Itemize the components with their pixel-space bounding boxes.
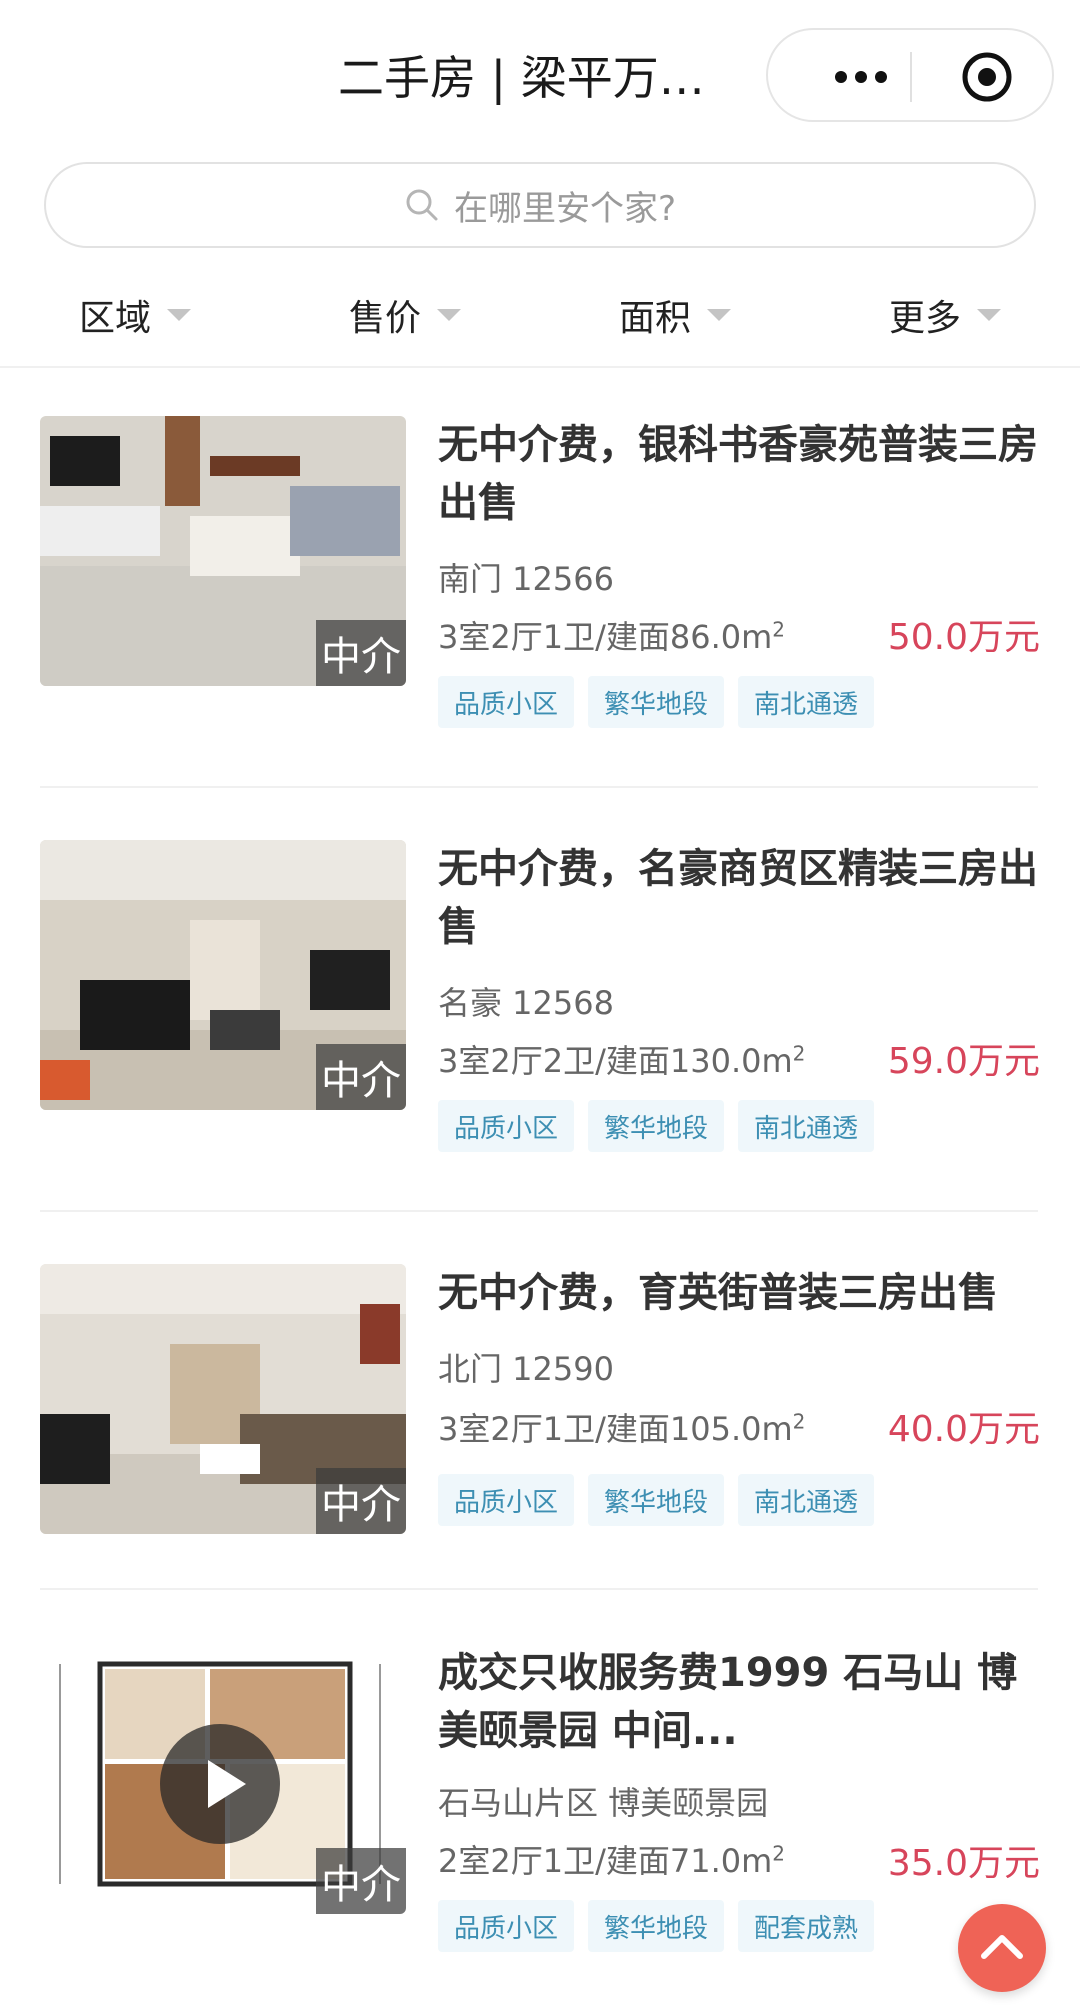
listing-title: 无中介费，银科书香豪苑普装三房出售 bbox=[438, 422, 1038, 526]
floorplan-photo: 中介 bbox=[40, 1644, 406, 1914]
nav-header: 二手房 | 梁平万… bbox=[0, 0, 1080, 150]
feature-tag: 品质小区 bbox=[438, 676, 575, 728]
agent-badge: 中介 bbox=[316, 1044, 406, 1110]
feature-tag: 南北通透 bbox=[738, 1100, 875, 1152]
agent-badge: 中介 bbox=[316, 1848, 406, 1914]
listing-price: 35.0万元 bbox=[887, 1843, 1040, 1884]
tag-list: 品质小区 繁华地段 配套成熟 bbox=[438, 1900, 875, 1952]
listing-price: 59.0万元 bbox=[887, 1041, 1040, 1082]
agent-badge: 中介 bbox=[316, 620, 406, 686]
search-placeholder: 在哪里安个家? bbox=[453, 188, 677, 229]
feature-tag: 南北通透 bbox=[738, 1474, 875, 1526]
play-icon[interactable] bbox=[160, 1724, 280, 1844]
listing-location: 名豪 12568 bbox=[438, 984, 614, 1022]
filter-bar: 区域 售价 面积 更多 bbox=[0, 270, 1080, 360]
listing-location: 石马山片区 博美颐景园 bbox=[438, 1784, 769, 1822]
tag-list: 品质小区 繁华地段 南北通透 bbox=[438, 1474, 875, 1526]
listing-spec: 3室2厅1卫/建面105.0m2 bbox=[438, 1404, 805, 1450]
page-title: 二手房 | 梁平万… bbox=[338, 51, 705, 105]
area-exponent: 2 bbox=[772, 1841, 786, 1866]
spec-text: 3室2厅2卫/建面130.0m bbox=[438, 1042, 793, 1080]
feature-tag: 繁华地段 bbox=[588, 1474, 725, 1526]
feature-tag: 品质小区 bbox=[438, 1100, 575, 1152]
feature-tag: 品质小区 bbox=[438, 1900, 575, 1952]
target-icon[interactable] bbox=[960, 50, 1014, 104]
caret-down-icon bbox=[707, 309, 731, 321]
listing-card[interactable]: 中介 成交只收服务费1999 石马山 博美颐景园 中间... 石马山片区 博美颐… bbox=[40, 1644, 1040, 1952]
listing-location: 南门 12566 bbox=[438, 560, 614, 598]
feature-tag: 品质小区 bbox=[438, 1474, 575, 1526]
divider bbox=[0, 366, 1080, 368]
filter-price[interactable]: 售价 bbox=[270, 270, 540, 360]
listing-photo: 中介 bbox=[40, 840, 406, 1110]
feature-tag: 配套成熟 bbox=[738, 1900, 875, 1952]
feature-tag: 繁华地段 bbox=[588, 676, 725, 728]
feature-tag: 繁华地段 bbox=[588, 1100, 725, 1152]
caret-down-icon bbox=[167, 309, 191, 321]
more-dots-icon[interactable] bbox=[806, 52, 916, 102]
spec-text: 2室2厅1卫/建面71.0m bbox=[438, 1842, 773, 1880]
feature-tag: 南北通透 bbox=[738, 676, 875, 728]
listing-spec: 2室2厅1卫/建面71.0m2 bbox=[438, 1836, 785, 1882]
area-exponent: 2 bbox=[792, 1409, 806, 1434]
listing-price: 40.0万元 bbox=[887, 1409, 1040, 1450]
filter-more[interactable]: 更多 bbox=[810, 270, 1080, 360]
filter-area[interactable]: 面积 bbox=[540, 270, 810, 360]
spec-text: 3室2厅1卫/建面86.0m bbox=[438, 618, 773, 656]
chevron-up-icon bbox=[981, 1935, 1023, 1959]
listing-card[interactable]: 中介 无中介费，银科书香豪苑普装三房出售 南门 12566 3室2厅1卫/建面8… bbox=[40, 416, 1040, 728]
listing-price: 50.0万元 bbox=[887, 617, 1040, 658]
caret-down-icon bbox=[977, 309, 1001, 321]
listing-title: 无中介费，名豪商贸区精装三房出售 bbox=[438, 846, 1038, 950]
tag-list: 品质小区 繁华地段 南北通透 bbox=[438, 1100, 875, 1152]
agent-badge: 中介 bbox=[316, 1468, 406, 1534]
listing-card[interactable]: 中介 无中介费，名豪商贸区精装三房出售 名豪 12568 3室2厅2卫/建面13… bbox=[40, 840, 1040, 1152]
feature-tag: 繁华地段 bbox=[588, 1900, 725, 1952]
listing-card[interactable]: 中介 无中介费，育英街普装三房出售 北门 12590 3室2厅1卫/建面105.… bbox=[40, 1264, 1040, 1534]
divider bbox=[40, 786, 1038, 788]
mini-program-capsule bbox=[766, 28, 1054, 122]
tag-list: 品质小区 繁华地段 南北通透 bbox=[438, 676, 875, 728]
listing-location: 北门 12590 bbox=[438, 1350, 614, 1388]
spec-text: 3室2厅1卫/建面105.0m bbox=[438, 1410, 793, 1448]
filter-label: 售价 bbox=[348, 298, 421, 339]
search-bar[interactable]: 在哪里安个家? bbox=[44, 162, 1036, 248]
listing-title: 成交只收服务费1999 石马山 博美颐景园 中间... bbox=[438, 1650, 1018, 1754]
search-icon bbox=[406, 189, 438, 221]
area-exponent: 2 bbox=[772, 617, 786, 642]
capsule-divider bbox=[910, 52, 912, 102]
scroll-top-button[interactable] bbox=[958, 1904, 1046, 1992]
listing-spec: 3室2厅2卫/建面130.0m2 bbox=[438, 1036, 805, 1082]
caret-down-icon bbox=[437, 309, 461, 321]
listing-spec: 3室2厅1卫/建面86.0m2 bbox=[438, 612, 785, 658]
listing-photo: 中介 bbox=[40, 1264, 406, 1534]
listing-photo: 中介 bbox=[40, 416, 406, 686]
filter-label: 区域 bbox=[78, 298, 151, 339]
filter-region[interactable]: 区域 bbox=[0, 270, 270, 360]
filter-label: 面积 bbox=[618, 298, 691, 339]
divider bbox=[40, 1588, 1038, 1590]
area-exponent: 2 bbox=[792, 1041, 806, 1066]
divider bbox=[40, 1210, 1038, 1212]
listing-title: 无中介费，育英街普装三房出售 bbox=[438, 1270, 998, 1316]
filter-label: 更多 bbox=[888, 298, 961, 339]
